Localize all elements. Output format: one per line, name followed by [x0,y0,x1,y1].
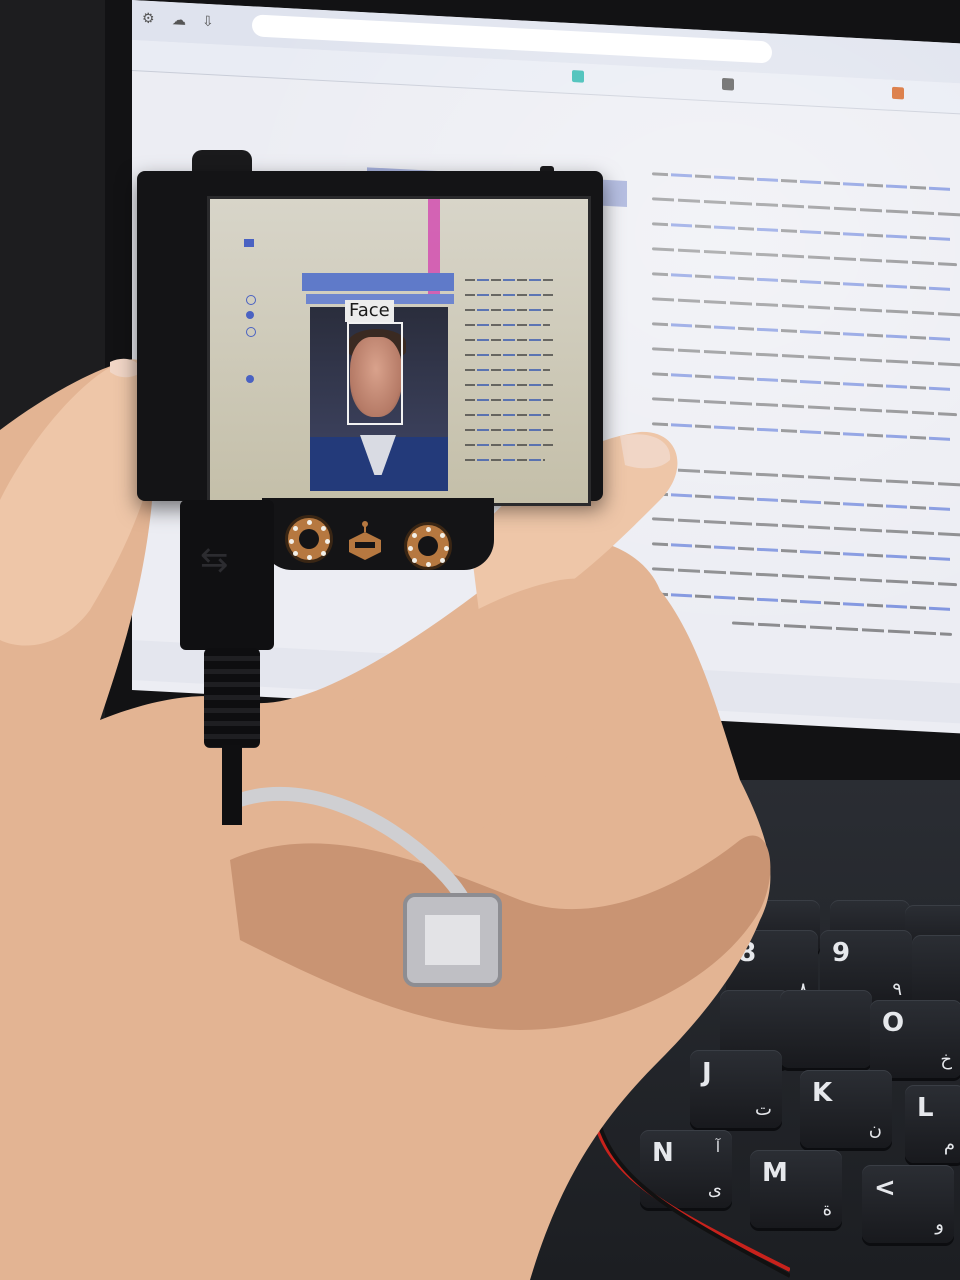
display-radio [246,327,256,337]
display-text-line [465,324,550,326]
display-text-line [465,294,555,296]
display-infobox-header [302,273,454,291]
face-detection-label: Face [345,300,394,322]
display-radio [246,311,254,319]
right-mounting-ring [404,522,452,570]
display-text-line [465,354,555,356]
display-text-line [465,429,555,431]
display-text-line [465,339,555,341]
usb-strain-relief [204,648,260,748]
display-text-line [465,414,550,416]
display-radio [246,375,254,383]
display-text-line [465,369,550,371]
display-radio [246,295,256,305]
display-text-line [465,309,555,311]
usb-icon: ⇆ [200,540,229,580]
display-text-line [465,399,555,401]
display-text-line [465,459,545,461]
device-display: Face [207,196,591,506]
display-text-line [465,279,555,281]
left-mounting-ring [285,515,333,563]
display-text-line [465,384,555,386]
face-bounding-box [347,322,403,425]
robot-logo-icon [349,521,381,560]
usb-cable [222,745,242,825]
display-sidebar-chip [244,239,254,247]
display-text-line [465,444,555,446]
